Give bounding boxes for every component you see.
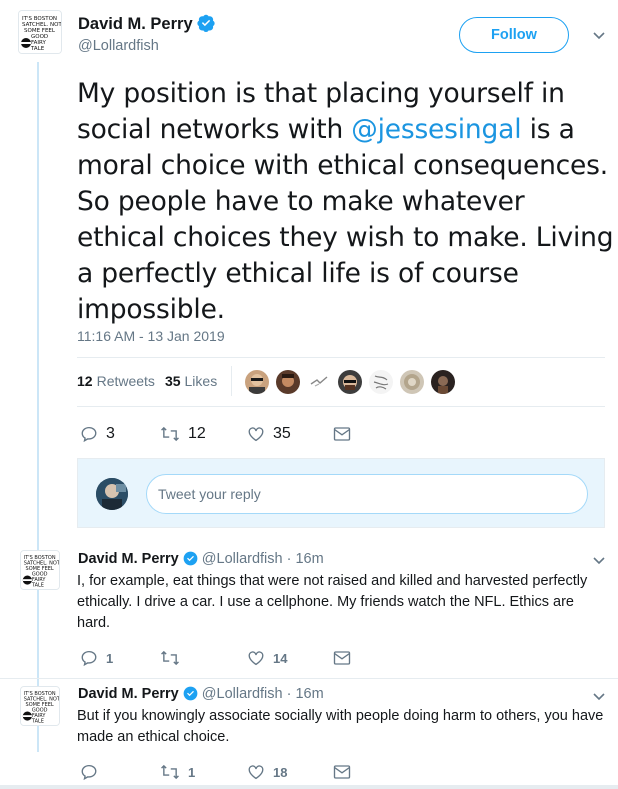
bottom-border: [0, 785, 618, 789]
message-icon: [333, 765, 351, 779]
retweet-icon: [161, 426, 179, 442]
reply-icon: [81, 764, 97, 781]
message-action[interactable]: [333, 650, 351, 666]
reply-header: David M. Perry @Lollardfish · 16m: [78, 551, 324, 567]
author-handle[interactable]: @Lollardfish: [78, 38, 159, 54]
message-action[interactable]: [333, 764, 351, 780]
reply-input[interactable]: Tweet your reply: [146, 474, 588, 514]
retweet-action[interactable]: 1: [160, 763, 195, 781]
chevron-down-icon[interactable]: [592, 689, 606, 703]
reply-header: David M. Perry @Lollardfish · 16m: [78, 686, 324, 702]
retweet-icon: [161, 650, 179, 666]
retweets-label: Retweets: [96, 373, 155, 389]
retweets-count: 12: [77, 373, 93, 389]
message-action[interactable]: [333, 426, 351, 442]
like-count: 35: [273, 425, 291, 442]
retweet-action[interactable]: 12: [160, 425, 206, 443]
chevron-down-icon[interactable]: [592, 28, 606, 42]
reply-text: But if you knowingly associate socially …: [77, 708, 604, 745]
likes-count: 35: [164, 373, 181, 389]
reply-author-name[interactable]: David M. Perry: [78, 686, 179, 702]
like-action[interactable]: 14: [247, 649, 287, 667]
liker-avatar[interactable]: [338, 370, 362, 394]
liker-avatar[interactable]: [276, 370, 300, 394]
reply-time[interactable]: 16m: [295, 551, 323, 567]
reply-action[interactable]: 3: [80, 425, 115, 443]
message-icon: [333, 427, 351, 441]
reply-author-name[interactable]: David M. Perry: [78, 551, 179, 567]
author-name[interactable]: David M. Perry: [78, 14, 215, 34]
tweet-stats: 12 Retweets 35 Likes: [77, 373, 217, 389]
liker-avatar[interactable]: [307, 370, 331, 394]
like-action[interactable]: 35: [247, 425, 291, 443]
divider: [0, 678, 618, 679]
divider: [77, 406, 605, 407]
retweets-stat[interactable]: 12 Retweets: [77, 373, 155, 389]
current-user-avatar[interactable]: [96, 478, 128, 510]
retweet-count: 1: [188, 764, 196, 780]
reply-action[interactable]: [80, 763, 106, 781]
likes-label: Likes: [184, 373, 218, 389]
reply-author-avatar[interactable]: IT'S BOSTON SATCHEL. NOT SOME FEEL GOOD …: [20, 550, 60, 590]
liker-avatar[interactable]: [369, 370, 393, 394]
verified-badge-icon: [183, 551, 198, 566]
mention-link[interactable]: @jessesingal: [351, 114, 521, 145]
liker-avatar[interactable]: [431, 370, 455, 394]
tweet-text-part: is a moral choice with ethical consequen…: [77, 114, 614, 325]
svg-text:TALE: TALE: [31, 582, 44, 588]
like-icon: [248, 427, 264, 442]
like-action[interactable]: 18: [247, 763, 287, 781]
verified-badge-icon: [183, 686, 198, 701]
meta-separator: ·: [282, 551, 296, 567]
like-icon: [248, 651, 264, 666]
liker-avatar[interactable]: [400, 370, 424, 394]
reply-text: I, for example, eat things that were not…: [77, 573, 588, 631]
tweet-timestamp[interactable]: 11:16 AM - 13 Jan 2019: [77, 328, 225, 344]
like-icon: [248, 765, 264, 780]
chevron-down-icon[interactable]: [592, 553, 606, 567]
reply-action[interactable]: 1: [80, 649, 113, 667]
tweet-text: My position is that placing yourself in …: [77, 76, 617, 328]
retweet-action[interactable]: [160, 649, 188, 667]
reply-time[interactable]: 16m: [295, 686, 323, 702]
likes-stat[interactable]: 35 Likes: [165, 373, 217, 389]
reply-author-avatar[interactable]: IT'S BOSTON SATCHEL. NOT SOME FEEL GOOD …: [20, 686, 60, 726]
reply-icon: [81, 426, 97, 443]
message-icon: [333, 651, 351, 665]
author-name-text[interactable]: David M. Perry: [78, 15, 193, 33]
verified-badge-icon: [197, 14, 215, 32]
retweet-icon: [161, 764, 179, 780]
reply-count: 3: [106, 425, 115, 442]
retweet-count: 12: [188, 425, 206, 442]
reply-icon: [81, 650, 97, 667]
liker-avatar[interactable]: [245, 370, 269, 394]
divider: [77, 357, 605, 358]
reply-handle[interactable]: @Lollardfish: [202, 686, 283, 702]
author-avatar[interactable]: IT'S BOSTON SATCHEL. NOT SOME FEEL GOOD …: [18, 10, 62, 54]
like-count: 14: [273, 650, 288, 666]
thread-line: [37, 62, 39, 752]
reply-count: 1: [106, 650, 114, 666]
stats-separator: [231, 366, 232, 396]
meta-separator: ·: [282, 686, 296, 702]
reply-handle[interactable]: @Lollardfish: [202, 551, 283, 567]
like-count: 18: [273, 764, 288, 780]
svg-text:TALE: TALE: [30, 46, 45, 52]
follow-button[interactable]: Follow: [459, 17, 569, 53]
svg-text:TALE: TALE: [31, 718, 44, 724]
